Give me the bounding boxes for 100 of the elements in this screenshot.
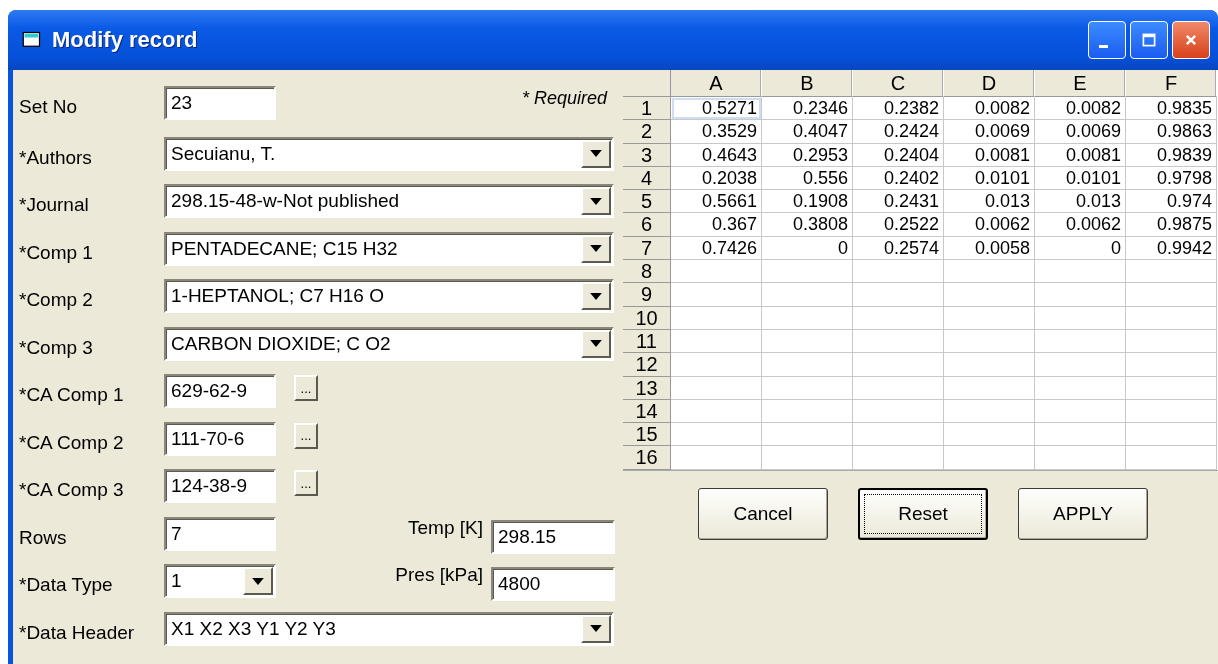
- field-label: Rows: [19, 525, 68, 549]
- column-header[interactable]: D: [944, 70, 1035, 97]
- column-header[interactable]: F: [1126, 70, 1217, 97]
- table-cell: 0.2404: [853, 143, 944, 167]
- browse-button[interactable]: ...: [294, 470, 318, 497]
- row-header[interactable]: 14: [623, 399, 671, 424]
- column-header[interactable]: C: [853, 70, 944, 97]
- dropdown-icon: [590, 245, 602, 253]
- field-label: *CA Comp 1: [19, 383, 125, 407]
- text-field[interactable]: 111-70-6: [164, 421, 276, 456]
- combo-box[interactable]: CARBON DIOXIDE; C O2: [164, 326, 614, 361]
- table-cell: 0.7426: [671, 236, 762, 261]
- close-button[interactable]: [1172, 21, 1210, 59]
- table-cell: 0.9863: [1126, 120, 1217, 144]
- table-cell: 0.0101: [944, 166, 1035, 191]
- column-header[interactable]: B: [762, 70, 853, 97]
- dropdown-icon: [590, 625, 602, 633]
- field-label: Set No: [19, 95, 79, 118]
- table-cell: 0.2424: [853, 120, 944, 144]
- row-header[interactable]: 13: [623, 376, 671, 400]
- text-field[interactable]: 298.15: [491, 519, 615, 554]
- row-header[interactable]: 15: [623, 423, 671, 447]
- field-label: *Comp 3: [19, 335, 94, 359]
- row-header[interactable]: 8: [623, 260, 671, 284]
- table-cell: 0.0062: [944, 213, 1035, 237]
- row-header[interactable]: 16: [623, 446, 671, 470]
- row-header[interactable]: 7: [623, 236, 671, 261]
- window-icon: [22, 30, 42, 50]
- table-cell: 0.2038: [671, 166, 762, 191]
- table-cell: 0.5271: [671, 97, 762, 121]
- close-icon: [1184, 33, 1198, 47]
- row-header[interactable]: 2: [623, 120, 671, 144]
- table-cell: 0.2382: [853, 97, 944, 121]
- combo-box[interactable]: 298.15-48-w-Not published: [164, 184, 614, 219]
- combo-box[interactable]: Secuianu, T.: [164, 136, 614, 171]
- table-cell: 0.2431: [853, 190, 944, 214]
- table-cell: 0.974: [1126, 190, 1217, 214]
- dialog-button[interactable]: Cancel: [698, 487, 828, 540]
- table-cell: 0.0101: [1035, 166, 1126, 191]
- field-label: *Data Type: [19, 573, 114, 597]
- field-label: *Data Header: [19, 620, 136, 644]
- field-label: *Authors: [19, 145, 93, 169]
- field-label: *Journal: [19, 193, 90, 217]
- table-cell: 0.9839: [1126, 143, 1217, 167]
- table-cell: 0.0062: [1035, 213, 1126, 237]
- minimize-button[interactable]: [1088, 21, 1126, 59]
- table-cell: 0.9875: [1126, 213, 1217, 237]
- row-header[interactable]: 9: [623, 283, 671, 307]
- browse-button[interactable]: ...: [294, 422, 318, 449]
- table-cell: 0.0081: [1035, 143, 1126, 167]
- text-field[interactable]: 23: [164, 86, 276, 120]
- combo-box[interactable]: PENTADECANE; C15 H32: [164, 231, 614, 266]
- text-field[interactable]: 629-62-9: [164, 374, 276, 409]
- table-cell: 0.1908: [762, 190, 853, 214]
- table-cell: 0.0081: [944, 143, 1035, 167]
- combo-box[interactable]: 1-HEPTANOL; C7 H16 O: [164, 279, 614, 314]
- combo-box[interactable]: 1: [164, 564, 276, 599]
- combo-box[interactable]: X1 X2 X3 Y1 Y2 Y3: [164, 611, 614, 646]
- row-header[interactable]: 3: [623, 143, 671, 167]
- row-header[interactable]: 11: [623, 329, 671, 354]
- maximize-icon: [1142, 33, 1156, 47]
- row-header[interactable]: 1: [623, 97, 671, 121]
- table-cell: 0.9798: [1126, 166, 1217, 191]
- row-header[interactable]: 5: [623, 190, 671, 214]
- browse-button[interactable]: ...: [294, 375, 318, 402]
- dropdown-icon: [590, 197, 602, 205]
- table-cell: 0.5661: [671, 190, 762, 214]
- minimize-icon: [1098, 44, 1108, 48]
- row-header[interactable]: 12: [623, 353, 671, 377]
- row-header[interactable]: 4: [623, 166, 671, 191]
- field-label: *CA Comp 3: [19, 478, 125, 502]
- dropdown-icon: [252, 577, 264, 585]
- table-cell: 0.3808: [762, 213, 853, 237]
- table-cell: 0.9942: [1126, 236, 1217, 261]
- text-field[interactable]: 4800: [491, 567, 615, 602]
- table-cell: 0: [762, 236, 853, 261]
- maximize-button[interactable]: [1130, 21, 1168, 59]
- table-cell: 0.013: [1035, 190, 1126, 214]
- text-field[interactable]: 124-38-9: [164, 469, 276, 504]
- column-header[interactable]: E: [1035, 70, 1126, 97]
- text-field[interactable]: 7: [164, 516, 276, 551]
- table-cell: 0.9835: [1126, 97, 1217, 121]
- table-cell: 0.3529: [671, 120, 762, 144]
- table-cell: 0.556: [762, 166, 853, 191]
- table-cell: 0.2953: [762, 143, 853, 167]
- field-label: *Comp 2: [19, 288, 94, 312]
- table-cell: 0.2346: [762, 97, 853, 121]
- table-cell: 0.013: [944, 190, 1035, 214]
- dropdown-icon: [590, 292, 602, 300]
- row-header[interactable]: 10: [623, 306, 671, 330]
- dialog-button[interactable]: Reset: [858, 487, 988, 540]
- table-cell: 0.2574: [853, 236, 944, 261]
- column-header[interactable]: A: [671, 70, 762, 97]
- table-cell: 0: [1035, 236, 1126, 261]
- field-label: *CA Comp 2: [19, 430, 125, 454]
- dialog-button[interactable]: APPLY: [1018, 487, 1148, 540]
- table-cell: 0.0069: [1035, 120, 1126, 144]
- required-note: * Required: [521, 87, 607, 109]
- row-header[interactable]: 6: [623, 213, 671, 237]
- table-cell: 0.367: [671, 213, 762, 237]
